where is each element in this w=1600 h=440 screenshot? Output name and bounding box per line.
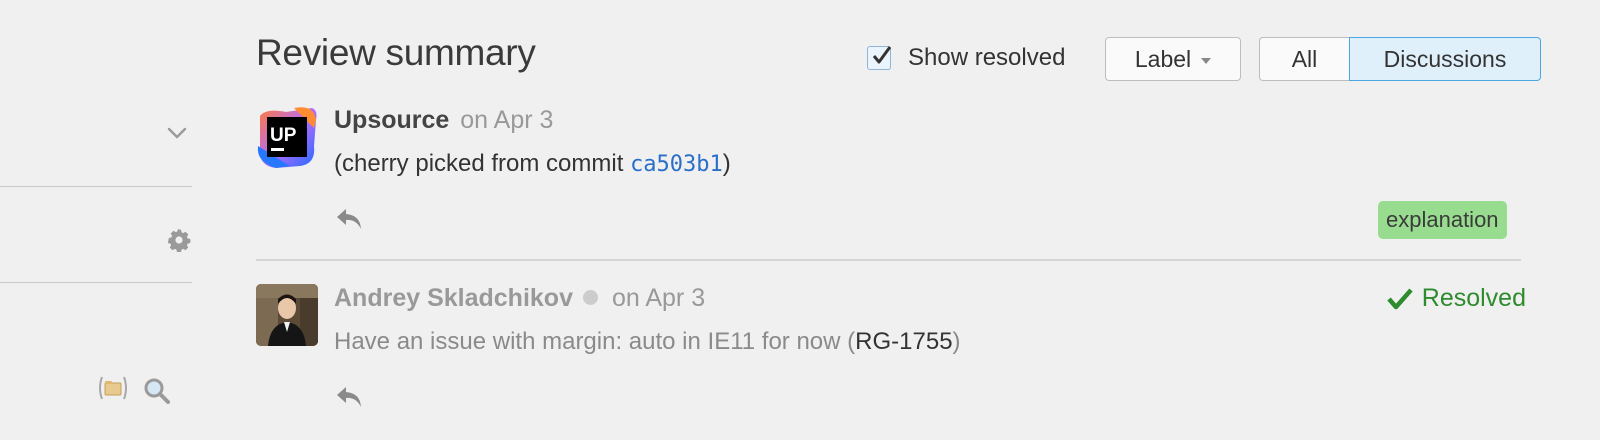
show-resolved-toggle[interactable]: Show resolved <box>867 43 1065 73</box>
comment-header: Upsource on Apr 3 <box>334 106 553 135</box>
comment-date: on Apr 3 <box>460 106 554 134</box>
comment-author[interactable]: Andrey Skladchikov <box>334 284 573 312</box>
tab-all[interactable]: All <box>1259 37 1349 81</box>
show-resolved-label: Show resolved <box>908 44 1066 71</box>
comment-text: (cherry picked from commit <box>334 150 631 177</box>
comment-text: Have an issue with margin: auto in IE11 … <box>334 328 856 355</box>
search-icon[interactable] <box>142 376 172 406</box>
gear-icon[interactable] <box>167 228 191 252</box>
comment-body: (cherry picked from commit ca503b1) <box>334 150 731 178</box>
comment-separator <box>256 259 1521 261</box>
tab-discussions[interactable]: Discussions <box>1349 37 1541 81</box>
upsource-logo-avatar: UP <box>257 107 317 168</box>
caret-down-icon <box>1201 57 1212 64</box>
sidebar <box>0 0 192 440</box>
checkmark-icon <box>872 46 892 64</box>
comment-text-end: ) <box>952 328 961 355</box>
review-summary-panel: Review summary Show resolved Label All D… <box>256 0 1551 440</box>
filter-segmented-control: All Discussions <box>1259 37 1541 81</box>
brackets-folder-icon[interactable] <box>97 375 129 401</box>
sidebar-divider <box>0 282 192 283</box>
label-dropdown-button[interactable]: Label <box>1105 37 1241 81</box>
resolved-label: Resolved <box>1421 284 1526 312</box>
reply-icon[interactable] <box>334 384 364 410</box>
user-avatar <box>256 284 318 346</box>
label-tag[interactable]: explanation <box>1378 201 1507 239</box>
comment-header: Andrey Skladchikov on Apr 3 <box>334 284 705 313</box>
page-title: Review summary <box>256 32 536 73</box>
comment-author[interactable]: Upsource <box>334 106 449 134</box>
resolved-status[interactable]: Resolved <box>1386 284 1526 313</box>
comment-date: on Apr 3 <box>611 284 706 312</box>
issue-link[interactable]: RG-1755 <box>855 328 952 355</box>
commit-link[interactable]: ca503b1 <box>630 152 723 177</box>
reply-icon[interactable] <box>334 206 364 232</box>
chevron-down-icon[interactable] <box>166 122 188 144</box>
presence-indicator <box>582 289 598 305</box>
sidebar-divider <box>0 186 192 187</box>
checkmark-icon <box>1387 288 1413 309</box>
comment-text-end: ) <box>722 150 731 177</box>
svg-text:UP: UP <box>270 125 297 146</box>
label-button-text: Label <box>1134 45 1192 72</box>
comment-body: Have an issue with margin: auto in IE11 … <box>334 328 961 356</box>
show-resolved-checkbox[interactable] <box>867 46 892 70</box>
